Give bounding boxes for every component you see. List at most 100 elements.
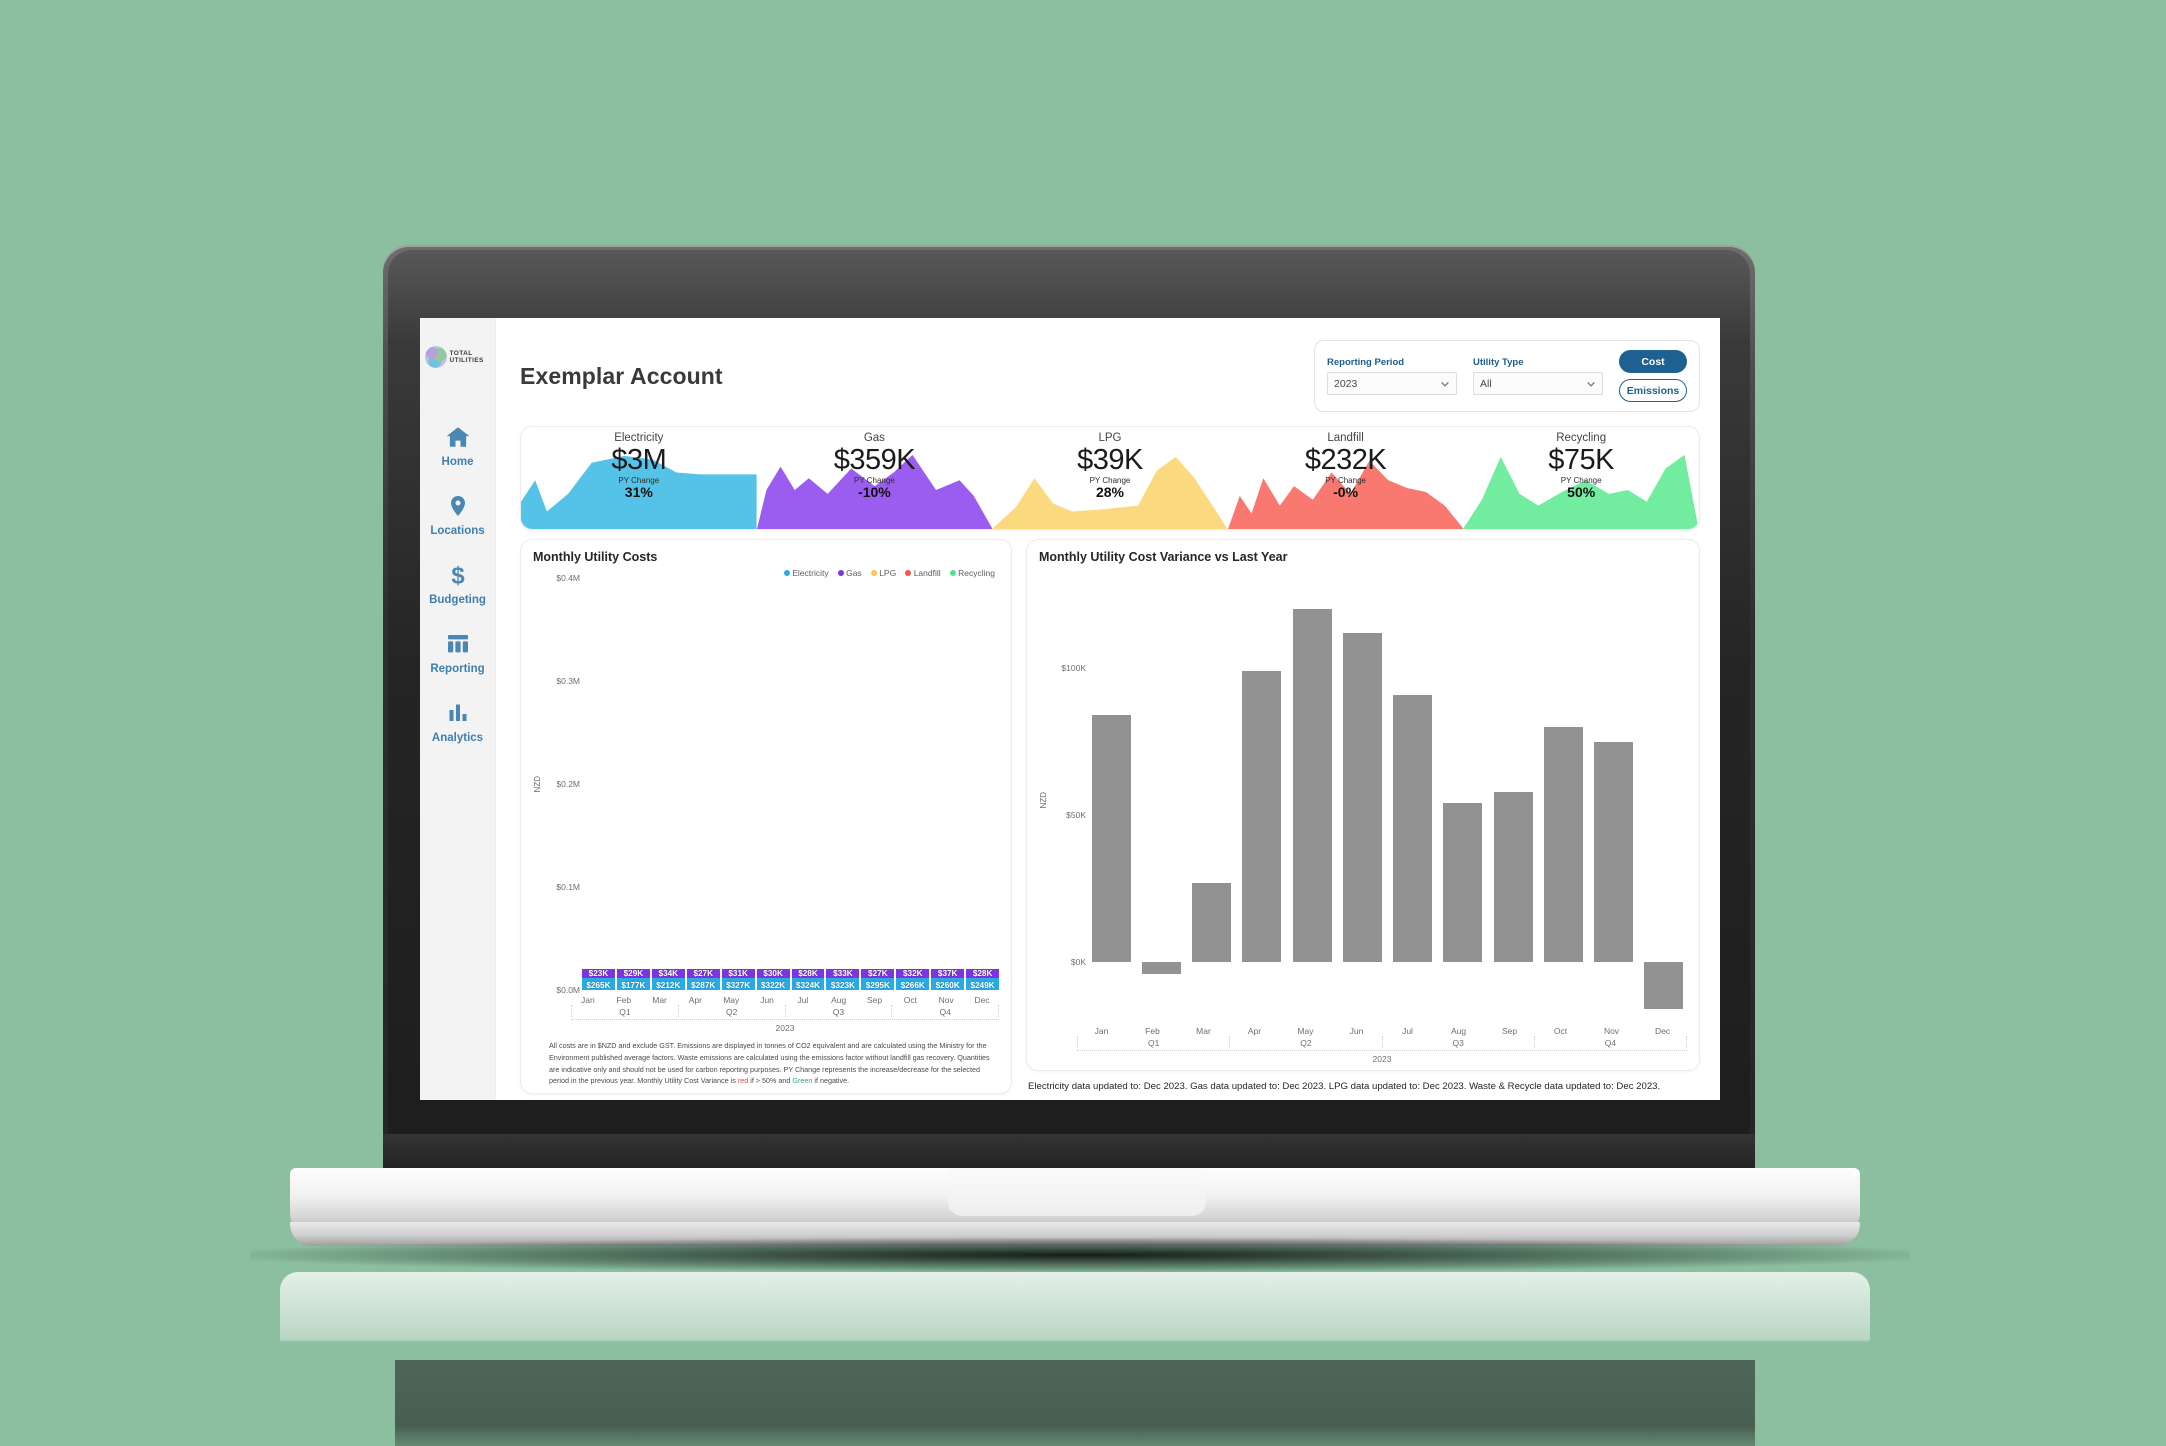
cost-button[interactable]: Cost — [1619, 350, 1687, 373]
x-tick-jun: Jun — [1349, 1025, 1364, 1036]
x-tick-mar: Mar — [652, 995, 667, 1006]
segment-gas: $33K — [826, 969, 860, 979]
legend-item-landfill[interactable]: Landfill — [905, 568, 941, 578]
sidebar-label-locations: Locations — [430, 525, 485, 537]
sidebar-item-locations[interactable]: Locations — [420, 479, 496, 548]
x-tick-nov: Nov — [938, 995, 954, 1006]
stacked-bar-jul[interactable]: $28K $324K — [791, 969, 825, 991]
kpi-card-recycling[interactable]: Recycling $75K PY Change 50% — [1463, 427, 1699, 529]
stacked-bar-may[interactable]: $31K $327K — [721, 969, 755, 991]
variance-bar-jun[interactable] — [1339, 580, 1385, 1021]
kpi-change-value: -0% — [1333, 484, 1359, 501]
stacked-bar-mar[interactable]: $34K $212K — [651, 969, 685, 991]
stacked-bar-jun[interactable]: $30K $322K — [756, 969, 790, 991]
page-title: Exemplar Account — [520, 362, 723, 389]
variance-bar-jul[interactable] — [1390, 580, 1436, 1021]
variance-bar-jan[interactable] — [1088, 580, 1134, 1021]
bar-value-label: $266K — [900, 981, 925, 991]
emissions-button[interactable]: Emissions — [1619, 379, 1687, 402]
variance-bar-apr[interactable] — [1239, 580, 1285, 1021]
footnote-part-2: if > 50% and — [748, 1076, 793, 1086]
bar-value-label: $27K — [693, 969, 714, 979]
monthly-utility-costs-panel: Monthly Utility Costs Electricity Gas LPG L… — [520, 539, 1012, 1094]
bar-value-label: $260K — [935, 981, 960, 991]
kpi-change-value: 28% — [1095, 484, 1124, 501]
stacked-bar-apr[interactable]: $27K $287K — [686, 969, 720, 991]
legend-dot — [949, 570, 956, 576]
variance-bar-oct[interactable] — [1540, 580, 1586, 1021]
map-pin-icon — [443, 492, 473, 520]
segment-gas: $27K — [861, 969, 895, 979]
y-tick: $0.1M — [556, 882, 580, 893]
segment-electricity: $260K — [931, 978, 965, 991]
legend-item-lpg[interactable]: LPG — [870, 568, 896, 578]
bar-value-label: $327K — [726, 981, 751, 991]
sidebar-label-reporting: Reporting — [430, 663, 485, 675]
stacked-bar-sep[interactable]: $27K $295K — [861, 969, 895, 991]
variance-column: Monthly Utility Cost Variance vs Last Ye… — [1026, 539, 1700, 1094]
stacked-bar-dec[interactable]: $28K $249K — [966, 969, 1000, 991]
x-quarter-q2: Q2 — [1229, 1035, 1381, 1048]
bar-value-label: $249K — [970, 981, 995, 991]
segment-electricity: $287K — [686, 978, 720, 991]
kpi-card-electricity[interactable]: Electricity $3M PY Change 31% — [521, 427, 757, 529]
stacked-bar-feb[interactable]: $29K $177K — [616, 969, 650, 991]
y-axis-title: NZD — [533, 775, 542, 793]
sidebar-item-budgeting[interactable]: $ Budgeting — [420, 548, 496, 617]
segment-electricity: $266K — [896, 978, 930, 991]
kpi-card-lpg[interactable]: LPG $39K PY Change 28% — [992, 427, 1228, 529]
variance-bar-sep[interactable] — [1490, 580, 1536, 1021]
right-footnote: Electricity data updated to: Dec 2023. G… — [1028, 1080, 1661, 1092]
x-tick-sep: Sep — [1501, 1025, 1518, 1036]
x-tick-jul: Jul — [1402, 1025, 1413, 1036]
charts-row: Monthly Utility Costs Electricity Gas LPG L… — [520, 539, 1700, 1094]
stacked-bar-jan[interactable]: $23K $265K — [582, 969, 615, 991]
dashboard-app: TOTAL UTILITIES Home Locations $ Budgeti… — [420, 318, 1720, 1100]
variance-bar-feb[interactable] — [1138, 580, 1184, 1021]
segment-gas: $30K — [756, 969, 790, 979]
variance-bar-may[interactable] — [1289, 580, 1335, 1021]
bar-value-label: $23K — [588, 969, 609, 979]
footnote-green: Green — [792, 1076, 813, 1086]
laptop-reflection-dark — [395, 1360, 1755, 1446]
x-tick-jan: Jan — [1094, 1025, 1109, 1036]
kpi-card-gas[interactable]: Gas $359K PY Change -10% — [756, 427, 993, 529]
footnote-part-3: if negative. — [812, 1076, 850, 1086]
x-tick-aug: Aug — [831, 995, 847, 1006]
x-tick-jul: Jul — [797, 995, 809, 1006]
variance-bar-aug[interactable] — [1440, 580, 1486, 1021]
reporting-period-select[interactable]: 2023 — [1327, 372, 1457, 395]
sidebar-label-home: Home — [441, 456, 474, 468]
bar-value-label: $295K — [865, 981, 890, 991]
bar-value-label: $33K — [833, 969, 853, 979]
kpi-card-landfill[interactable]: Landfill $232K PY Change -0% — [1227, 427, 1464, 529]
bar-value-label: $177K — [621, 981, 646, 991]
bar-value-label: $37K — [937, 969, 958, 979]
chevron-down-icon — [1440, 379, 1450, 389]
variance-bar-nov[interactable] — [1591, 580, 1637, 1021]
sidebar-item-reporting[interactable]: Reporting — [420, 617, 496, 686]
bar-value-label: $287K — [691, 981, 716, 991]
x-tick-apr: Apr — [1247, 1025, 1262, 1036]
stacked-bar-oct[interactable]: $32K $266K — [896, 969, 930, 991]
utility-type-select[interactable]: All — [1473, 372, 1603, 395]
segment-electricity: $322K — [756, 978, 790, 991]
segment-gas: $37K — [931, 969, 965, 979]
x-tick-dec: Dec — [1654, 1025, 1671, 1036]
bar-value-label: $32K — [902, 969, 923, 979]
legend-item-electricity[interactable]: Electricity — [783, 568, 829, 578]
bar-value-label: $323K — [830, 981, 855, 991]
variance-bar-dec[interactable] — [1641, 580, 1687, 1021]
legend-item-recycling[interactable]: Recycling — [949, 568, 995, 578]
x-tick-feb: Feb — [1145, 1025, 1160, 1036]
variance-plot-area: NZD $0K $50K $100K — [1039, 580, 1687, 1021]
sidebar-item-home[interactable]: Home — [420, 410, 496, 479]
y-tick: $100K — [1061, 663, 1086, 674]
legend-dot — [783, 570, 790, 576]
variance-bar-mar[interactable] — [1189, 580, 1235, 1021]
legend-item-gas[interactable]: Gas — [837, 568, 862, 578]
stacked-bar-aug[interactable]: $33K $323K — [826, 969, 860, 991]
stacked-bar-nov[interactable]: $37K $260K — [931, 969, 965, 991]
sidebar-item-analytics[interactable]: Analytics — [420, 686, 496, 755]
bar-value-label: $324K — [795, 981, 821, 991]
